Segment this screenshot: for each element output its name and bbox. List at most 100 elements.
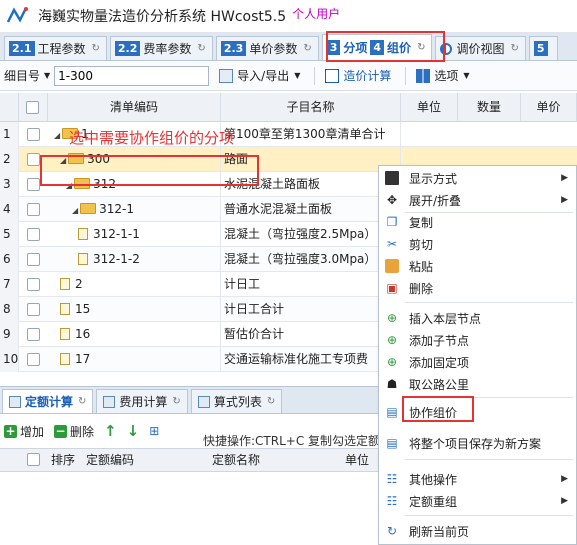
tab-refresh-icon[interactable]: ↻ — [92, 43, 100, 54]
row-checkbox[interactable] — [27, 253, 40, 266]
tab-number: 2.3 — [220, 41, 247, 56]
tab-fee-calc[interactable]: 费用计算 ↻ — [96, 389, 188, 413]
menu-label: 其他操作 — [409, 472, 458, 487]
menu-label: 将整个项目保存为新方案 — [409, 436, 542, 451]
add-button[interactable]: + 增加 — [4, 423, 44, 440]
collapse-icon[interactable]: ◢ — [54, 131, 60, 140]
menu-label: 剪切 — [409, 237, 434, 252]
tab-rate-params[interactable]: 2.2 费率参数 ↻ — [109, 36, 213, 60]
tab-label: 费用计算 — [119, 395, 168, 409]
active-tab-highlight — [326, 31, 445, 62]
folder-icon — [80, 203, 97, 214]
filter-label: 细目号 — [4, 69, 41, 83]
menu-item-insert-node[interactable]: ⊕ 插入本层节点 — [379, 307, 576, 329]
other-icon: ☷ — [386, 472, 398, 486]
move-up-icon[interactable]: ↑ — [104, 422, 117, 440]
tab-formula-list[interactable]: 算式列表 ↻ — [190, 389, 283, 413]
tab-refresh-icon[interactable]: ↻ — [303, 43, 311, 54]
menu-item-expand-collapse[interactable]: ✥ 展开/折叠 ▶ — [379, 189, 576, 211]
collapse-icon[interactable]: ◢ — [72, 206, 78, 215]
name-cell: 计日工合计 — [221, 297, 401, 322]
delete-button[interactable]: − 删除 — [54, 423, 94, 440]
tree-structure-icon[interactable]: ⊞ — [149, 424, 159, 438]
menu-item-add-fixed[interactable]: ⊕ 添加固定项 — [379, 351, 576, 373]
add-fixed-icon: ⊕ — [386, 355, 398, 369]
row-checkbox[interactable] — [27, 128, 40, 141]
selected-row-highlight — [40, 155, 259, 186]
code-cell: ◢ 312-1 — [48, 197, 221, 222]
grid-header: 清单编码 子目名称 单位 数量 单价 — [0, 93, 577, 122]
row-checkbox[interactable] — [27, 203, 40, 216]
menu-item-add-child[interactable]: ⊕ 添加子节点 — [379, 329, 576, 351]
tab-refresh-icon[interactable]: ↻ — [267, 396, 275, 407]
menu-label: 显示方式 — [409, 171, 458, 186]
regroup-icon: ☷ — [386, 494, 398, 508]
row-checkbox[interactable] — [27, 278, 40, 291]
row-number: 3 — [0, 172, 19, 197]
context-menu: 显示方式 ▶ ✥ 展开/折叠 ▶ ❐ 复制 ✂ 剪切 粘贴 ▣ 删除 ⊕ 插入本层节… — [378, 165, 577, 545]
toolbar-divider — [405, 66, 407, 85]
document-icon — [78, 228, 88, 240]
tab-price-adjust-view[interactable]: 调价视图 ↻ — [435, 36, 526, 60]
cut-icon: ✂ — [386, 237, 398, 251]
checkbox[interactable] — [27, 453, 40, 466]
copy-icon: ❐ — [386, 215, 398, 229]
tab-unit-price-params[interactable]: 2.3 单价参数 ↻ — [215, 36, 319, 60]
row-checkbox[interactable] — [27, 328, 40, 341]
row-checkbox[interactable] — [27, 353, 40, 366]
name-cell: 混凝土（弯拉强度2.5Mpa） — [221, 222, 401, 247]
menu-item-copy[interactable]: ❐ 复制 — [379, 211, 576, 233]
row-checkbox[interactable] — [27, 228, 40, 241]
move-down-icon[interactable]: ↓ — [127, 422, 140, 440]
tab-refresh-icon[interactable]: ↻ — [172, 396, 180, 407]
price-calc-button[interactable]: 造价计算 — [325, 67, 391, 84]
header-unit: 单位 — [345, 453, 370, 467]
menu-label: 定额重组 — [409, 494, 458, 509]
tab-5[interactable]: 5 — [528, 36, 558, 60]
code-text: 16 — [75, 327, 91, 341]
title-bar: 海巍实物量法造价分析系统 HWcost5.5 个人用户 — [0, 0, 577, 33]
tab-refresh-icon[interactable]: ↻ — [510, 43, 518, 54]
header-rownum — [0, 93, 19, 122]
road-km-icon: ☗ — [386, 377, 398, 391]
code-text: 17 — [75, 352, 91, 366]
chevron-down-icon: ▼ — [294, 71, 301, 80]
tab-project-params[interactable]: 2.1 工程参数 ↻ — [4, 36, 107, 60]
menu-item-save-scheme[interactable]: ▤ 将整个项目保存为新方案 — [379, 432, 576, 454]
menu-item-cut[interactable]: ✂ 剪切 — [379, 233, 576, 255]
row-checkbox[interactable] — [27, 153, 40, 166]
row-checkbox[interactable] — [27, 303, 40, 316]
menu-item-paste[interactable]: 粘贴 — [379, 255, 576, 277]
tab-refresh-icon[interactable]: ↻ — [197, 43, 205, 54]
filter-input[interactable] — [54, 65, 210, 86]
menu-item-delete[interactable]: ▣ 删除 — [379, 277, 576, 299]
name-cell: 计日工 — [221, 272, 401, 297]
tab-label: 算式列表 — [213, 395, 262, 409]
fee-icon — [103, 395, 116, 408]
options-button[interactable]: 选项 ▼ — [416, 67, 470, 84]
options-label: 选项 — [434, 69, 459, 83]
menu-item-quota-regroup[interactable]: ☷ 定额重组 ▶ — [379, 490, 576, 512]
filter-dropdown-icon[interactable]: ▼ — [44, 71, 50, 80]
header-check-all[interactable] — [19, 93, 48, 122]
document-icon — [60, 278, 70, 290]
insert-node-icon: ⊕ — [386, 311, 398, 325]
tab-quota-calc[interactable]: 定额计算 ↻ — [2, 389, 94, 413]
submenu-arrow-icon: ▶ — [561, 173, 568, 183]
import-export-button[interactable]: 导入/导出 ▼ — [219, 67, 300, 84]
checkbox[interactable] — [26, 101, 39, 114]
menu-label: 添加子节点 — [409, 333, 470, 348]
menu-divider — [405, 302, 573, 303]
import-export-label: 导入/导出 — [237, 69, 290, 83]
tab-refresh-icon[interactable]: ↻ — [78, 396, 86, 407]
code-text: 15 — [75, 302, 91, 316]
menu-item-refresh[interactable]: ↻ 刷新当前页 — [379, 520, 576, 542]
code-cell: 16 — [48, 322, 221, 347]
menu-item-other-ops[interactable]: ☷ 其他操作 ▶ — [379, 468, 576, 490]
tab-number: 2.1 — [9, 41, 35, 56]
menu-item-display-mode[interactable]: 显示方式 ▶ — [379, 167, 576, 189]
header-quota-code: 定额编码 — [86, 453, 135, 467]
row-checkbox[interactable] — [27, 178, 40, 191]
price-calc-label: 造价计算 — [343, 69, 392, 83]
menu-item-road-km[interactable]: ☗ 取公路公里 — [379, 373, 576, 395]
